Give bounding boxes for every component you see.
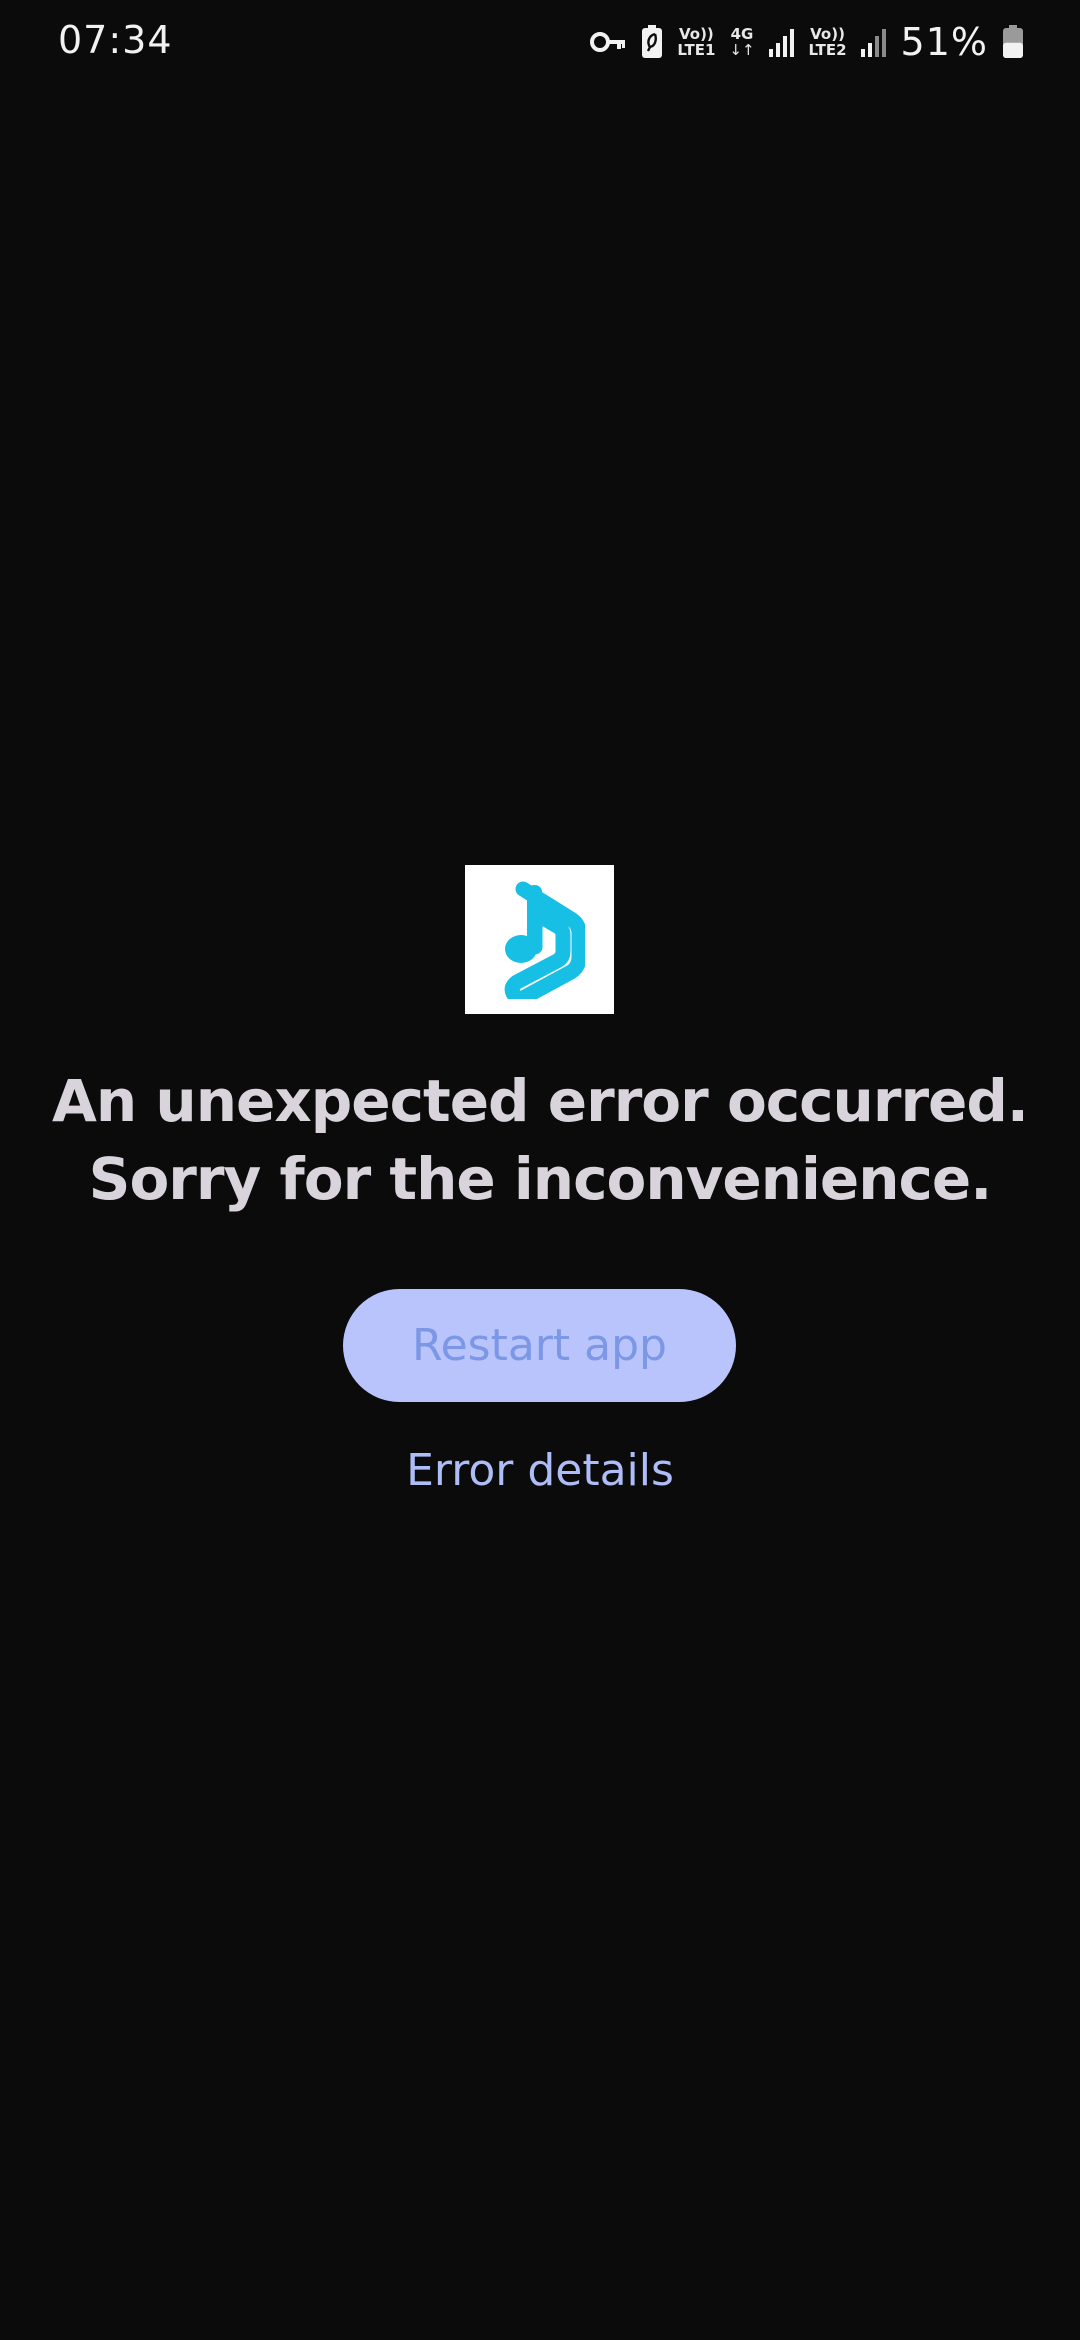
app-logo [465,865,614,1014]
sim2-volte-icon: Vo)) LTE2 [808,25,847,59]
app-screen: 07:34 Vo)) LTE1 4G ↓↑ Vo)) LTE2 51% An u… [0,0,1080,2340]
status-icons: Vo)) LTE1 4G ↓↑ Vo)) LTE2 51% [589,14,1024,70]
restart-app-button[interactable]: Restart app [343,1289,736,1402]
music-note-icon [504,881,585,999]
error-details-link[interactable]: Error details [0,1445,1080,1496]
key-icon [589,30,627,54]
status-bar: 07:34 Vo)) LTE1 4G ↓↑ Vo)) LTE2 51% [0,0,1080,80]
battery-saver-icon [641,25,663,59]
error-title-line2: Sorry for the inconvenience. [88,1145,993,1213]
battery-percent: 51% [900,20,988,64]
signal-icon [768,27,795,57]
status-time: 07:34 [58,18,173,62]
error-title-line1: An unexpected error occurred. [52,1067,1029,1135]
battery-icon [1002,25,1024,59]
error-message: An unexpected error occurred. Sorry for … [0,1062,1080,1218]
signal-icon [860,27,887,57]
sim1-volte-icon: Vo)) LTE1 [677,25,716,59]
data-arrows-icon: 4G ↓↑ [729,25,755,59]
